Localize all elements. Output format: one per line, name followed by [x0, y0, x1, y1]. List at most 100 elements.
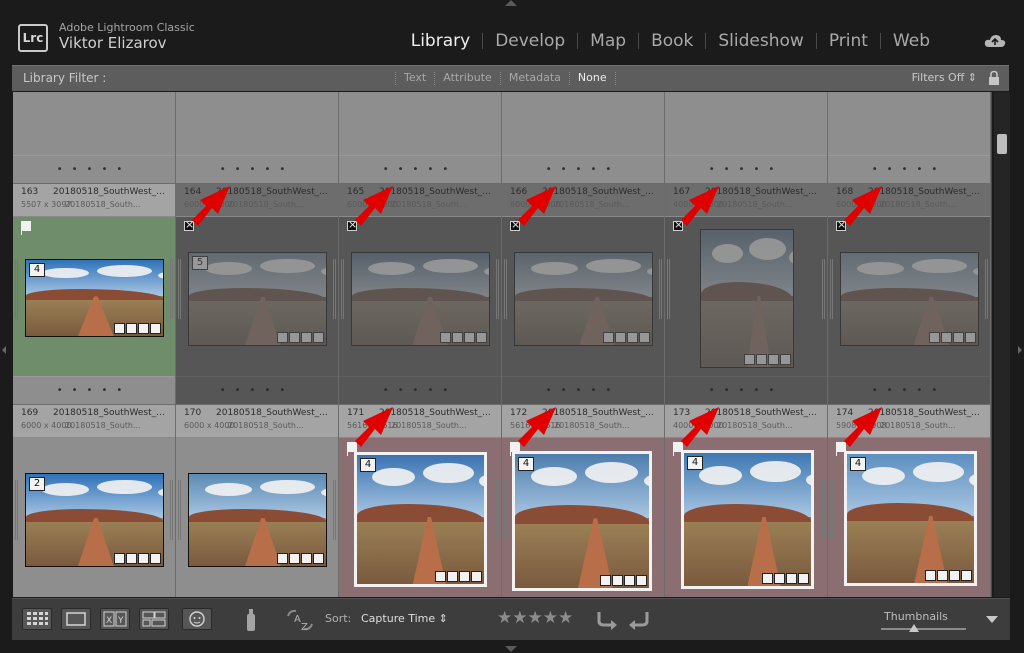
- cell-drag-handle[interactable]: [830, 259, 833, 319]
- grid-cell[interactable]: •••••: [502, 92, 665, 184]
- cell-drag-handle[interactable]: [170, 259, 173, 319]
- grid-cell[interactable]: •••••: [339, 92, 502, 184]
- metadata-badge-icon[interactable]: [612, 575, 623, 586]
- module-book[interactable]: Book: [639, 31, 705, 51]
- cell-drag-handle[interactable]: [659, 480, 662, 540]
- keyword-badge-icon[interactable]: [929, 332, 940, 343]
- module-web[interactable]: Web: [881, 31, 942, 51]
- rotate-left-icon[interactable]: [595, 608, 621, 632]
- develop-badge-icon[interactable]: [313, 553, 324, 564]
- cell-drag-handle[interactable]: [659, 259, 662, 319]
- photo-thumbnail[interactable]: 4: [844, 451, 977, 586]
- keyword-badge-icon[interactable]: [925, 570, 936, 581]
- metadata-badge-icon[interactable]: [774, 573, 785, 584]
- reject-flag-icon[interactable]: [184, 218, 194, 231]
- filter-tab-text[interactable]: Text: [396, 71, 434, 85]
- cell-drag-handle[interactable]: [15, 259, 18, 319]
- grid-cell[interactable]: •••••: [828, 92, 991, 184]
- metadata-badge-icon[interactable]: [289, 332, 300, 343]
- rating-stars[interactable]: ★★★★★: [497, 608, 573, 628]
- metadata-badge-icon[interactable]: [126, 323, 137, 334]
- slider-knob[interactable]: [909, 624, 919, 632]
- rating-dots[interactable]: •••••: [828, 164, 990, 175]
- keyword-badge-icon[interactable]: [114, 553, 125, 564]
- photo-thumbnail[interactable]: 4: [512, 451, 652, 591]
- reject-flag-icon[interactable]: [510, 218, 520, 231]
- cell-drag-handle[interactable]: [178, 480, 181, 540]
- grid-scrollbar[interactable]: [994, 92, 1010, 597]
- cell-drag-handle[interactable]: [333, 259, 336, 319]
- cell-drag-handle[interactable]: [667, 480, 670, 540]
- cell-drag-handle[interactable]: [985, 480, 988, 540]
- keyword-badge-icon[interactable]: [435, 571, 446, 582]
- keyword-badge-icon[interactable]: [744, 354, 755, 365]
- cell-drag-handle[interactable]: [178, 259, 181, 319]
- metadata-badge-icon[interactable]: [937, 570, 948, 581]
- develop-badge-icon[interactable]: [798, 573, 809, 584]
- grid-cell[interactable]: 166 20180518_SouthWest_... 6000 x 4000 2018…: [502, 184, 665, 405]
- develop-badge-icon[interactable]: [150, 323, 161, 334]
- grid-cell[interactable]: 173 20180518_SouthWest_... 4000 x 6000 2018…: [665, 405, 828, 597]
- rating-dots[interactable]: •••••: [339, 164, 501, 175]
- cell-drag-handle[interactable]: [341, 480, 344, 540]
- metadata-badge-icon[interactable]: [447, 571, 458, 582]
- grid-cell[interactable]: •••••: [665, 92, 828, 184]
- keyword-badge-icon[interactable]: [114, 323, 125, 334]
- grid-cell[interactable]: 165 20180518_SouthWest_... 6000 x 4000 2018…: [339, 184, 502, 405]
- photo-thumbnail[interactable]: [514, 252, 653, 346]
- cell-drag-handle[interactable]: [985, 259, 988, 319]
- grid-cell[interactable]: •••••: [176, 92, 339, 184]
- module-develop[interactable]: Develop: [483, 31, 577, 51]
- collection-badge-icon[interactable]: [786, 573, 797, 584]
- module-library[interactable]: Library: [399, 31, 482, 51]
- cell-drag-handle[interactable]: [822, 480, 825, 540]
- collection-badge-icon[interactable]: [949, 570, 960, 581]
- cell-drag-handle[interactable]: [822, 259, 825, 319]
- photo-thumbnail[interactable]: [840, 252, 979, 346]
- pick-flag-icon[interactable]: [21, 221, 31, 235]
- photo-thumbnail[interactable]: 2: [25, 473, 164, 567]
- collection-badge-icon[interactable]: [301, 553, 312, 564]
- grid-cell[interactable]: 167 20180518_SouthWest_... 4000 x 6000 2018…: [665, 184, 828, 405]
- rating-dots[interactable]: •••••: [665, 385, 827, 396]
- metadata-badge-icon[interactable]: [756, 354, 767, 365]
- rating-dots[interactable]: •••••: [176, 385, 338, 396]
- grid-cell[interactable]: 171 20180518_SouthWest_... 5616 x 5616 2018…: [339, 405, 502, 597]
- module-print[interactable]: Print: [817, 31, 880, 51]
- develop-badge-icon[interactable]: [150, 553, 161, 564]
- rating-dots[interactable]: •••••: [502, 385, 664, 396]
- module-map[interactable]: Map: [578, 31, 638, 51]
- collection-badge-icon[interactable]: [627, 332, 638, 343]
- develop-badge-icon[interactable]: [636, 575, 647, 586]
- keyword-badge-icon[interactable]: [603, 332, 614, 343]
- photo-thumbnail[interactable]: 4: [681, 450, 814, 589]
- collection-badge-icon[interactable]: [138, 553, 149, 564]
- grid-cell[interactable]: 163 20180518_SouthWest_... 5507 x 3097 2018…: [13, 184, 176, 405]
- metadata-badge-icon[interactable]: [126, 553, 137, 564]
- rotate-right-icon[interactable]: [625, 608, 651, 632]
- filter-tab-metadata[interactable]: Metadata: [501, 71, 569, 85]
- filter-presets-dropdown[interactable]: Filters Off ⇕: [912, 71, 977, 84]
- photo-thumbnail[interactable]: 4: [354, 452, 487, 587]
- rating-dots[interactable]: •••••: [176, 164, 338, 175]
- toolbar-content-menu[interactable]: [986, 616, 998, 623]
- rating-dots[interactable]: •••••: [502, 164, 664, 175]
- develop-badge-icon[interactable]: [313, 332, 324, 343]
- cell-drag-handle[interactable]: [496, 259, 499, 319]
- photo-thumbnail[interactable]: 4: [25, 259, 164, 337]
- cell-drag-handle[interactable]: [333, 480, 336, 540]
- keyword-badge-icon[interactable]: [762, 573, 773, 584]
- keyword-badge-icon[interactable]: [440, 332, 451, 343]
- left-panel-toggle[interactable]: [2, 346, 6, 354]
- develop-badge-icon[interactable]: [965, 332, 976, 343]
- filter-tab-none[interactable]: None: [570, 71, 615, 85]
- sort-dropdown[interactable]: Capture Time ⇕: [361, 612, 448, 625]
- thumbnail-size-slider[interactable]: [881, 624, 966, 632]
- reject-flag-icon[interactable]: [673, 218, 683, 231]
- develop-badge-icon[interactable]: [476, 332, 487, 343]
- grid-cell[interactable]: •••••: [13, 92, 176, 184]
- cell-drag-handle[interactable]: [15, 480, 18, 540]
- keyword-badge-icon[interactable]: [277, 553, 288, 564]
- lock-icon[interactable]: [988, 70, 1000, 86]
- cell-drag-handle[interactable]: [170, 480, 173, 540]
